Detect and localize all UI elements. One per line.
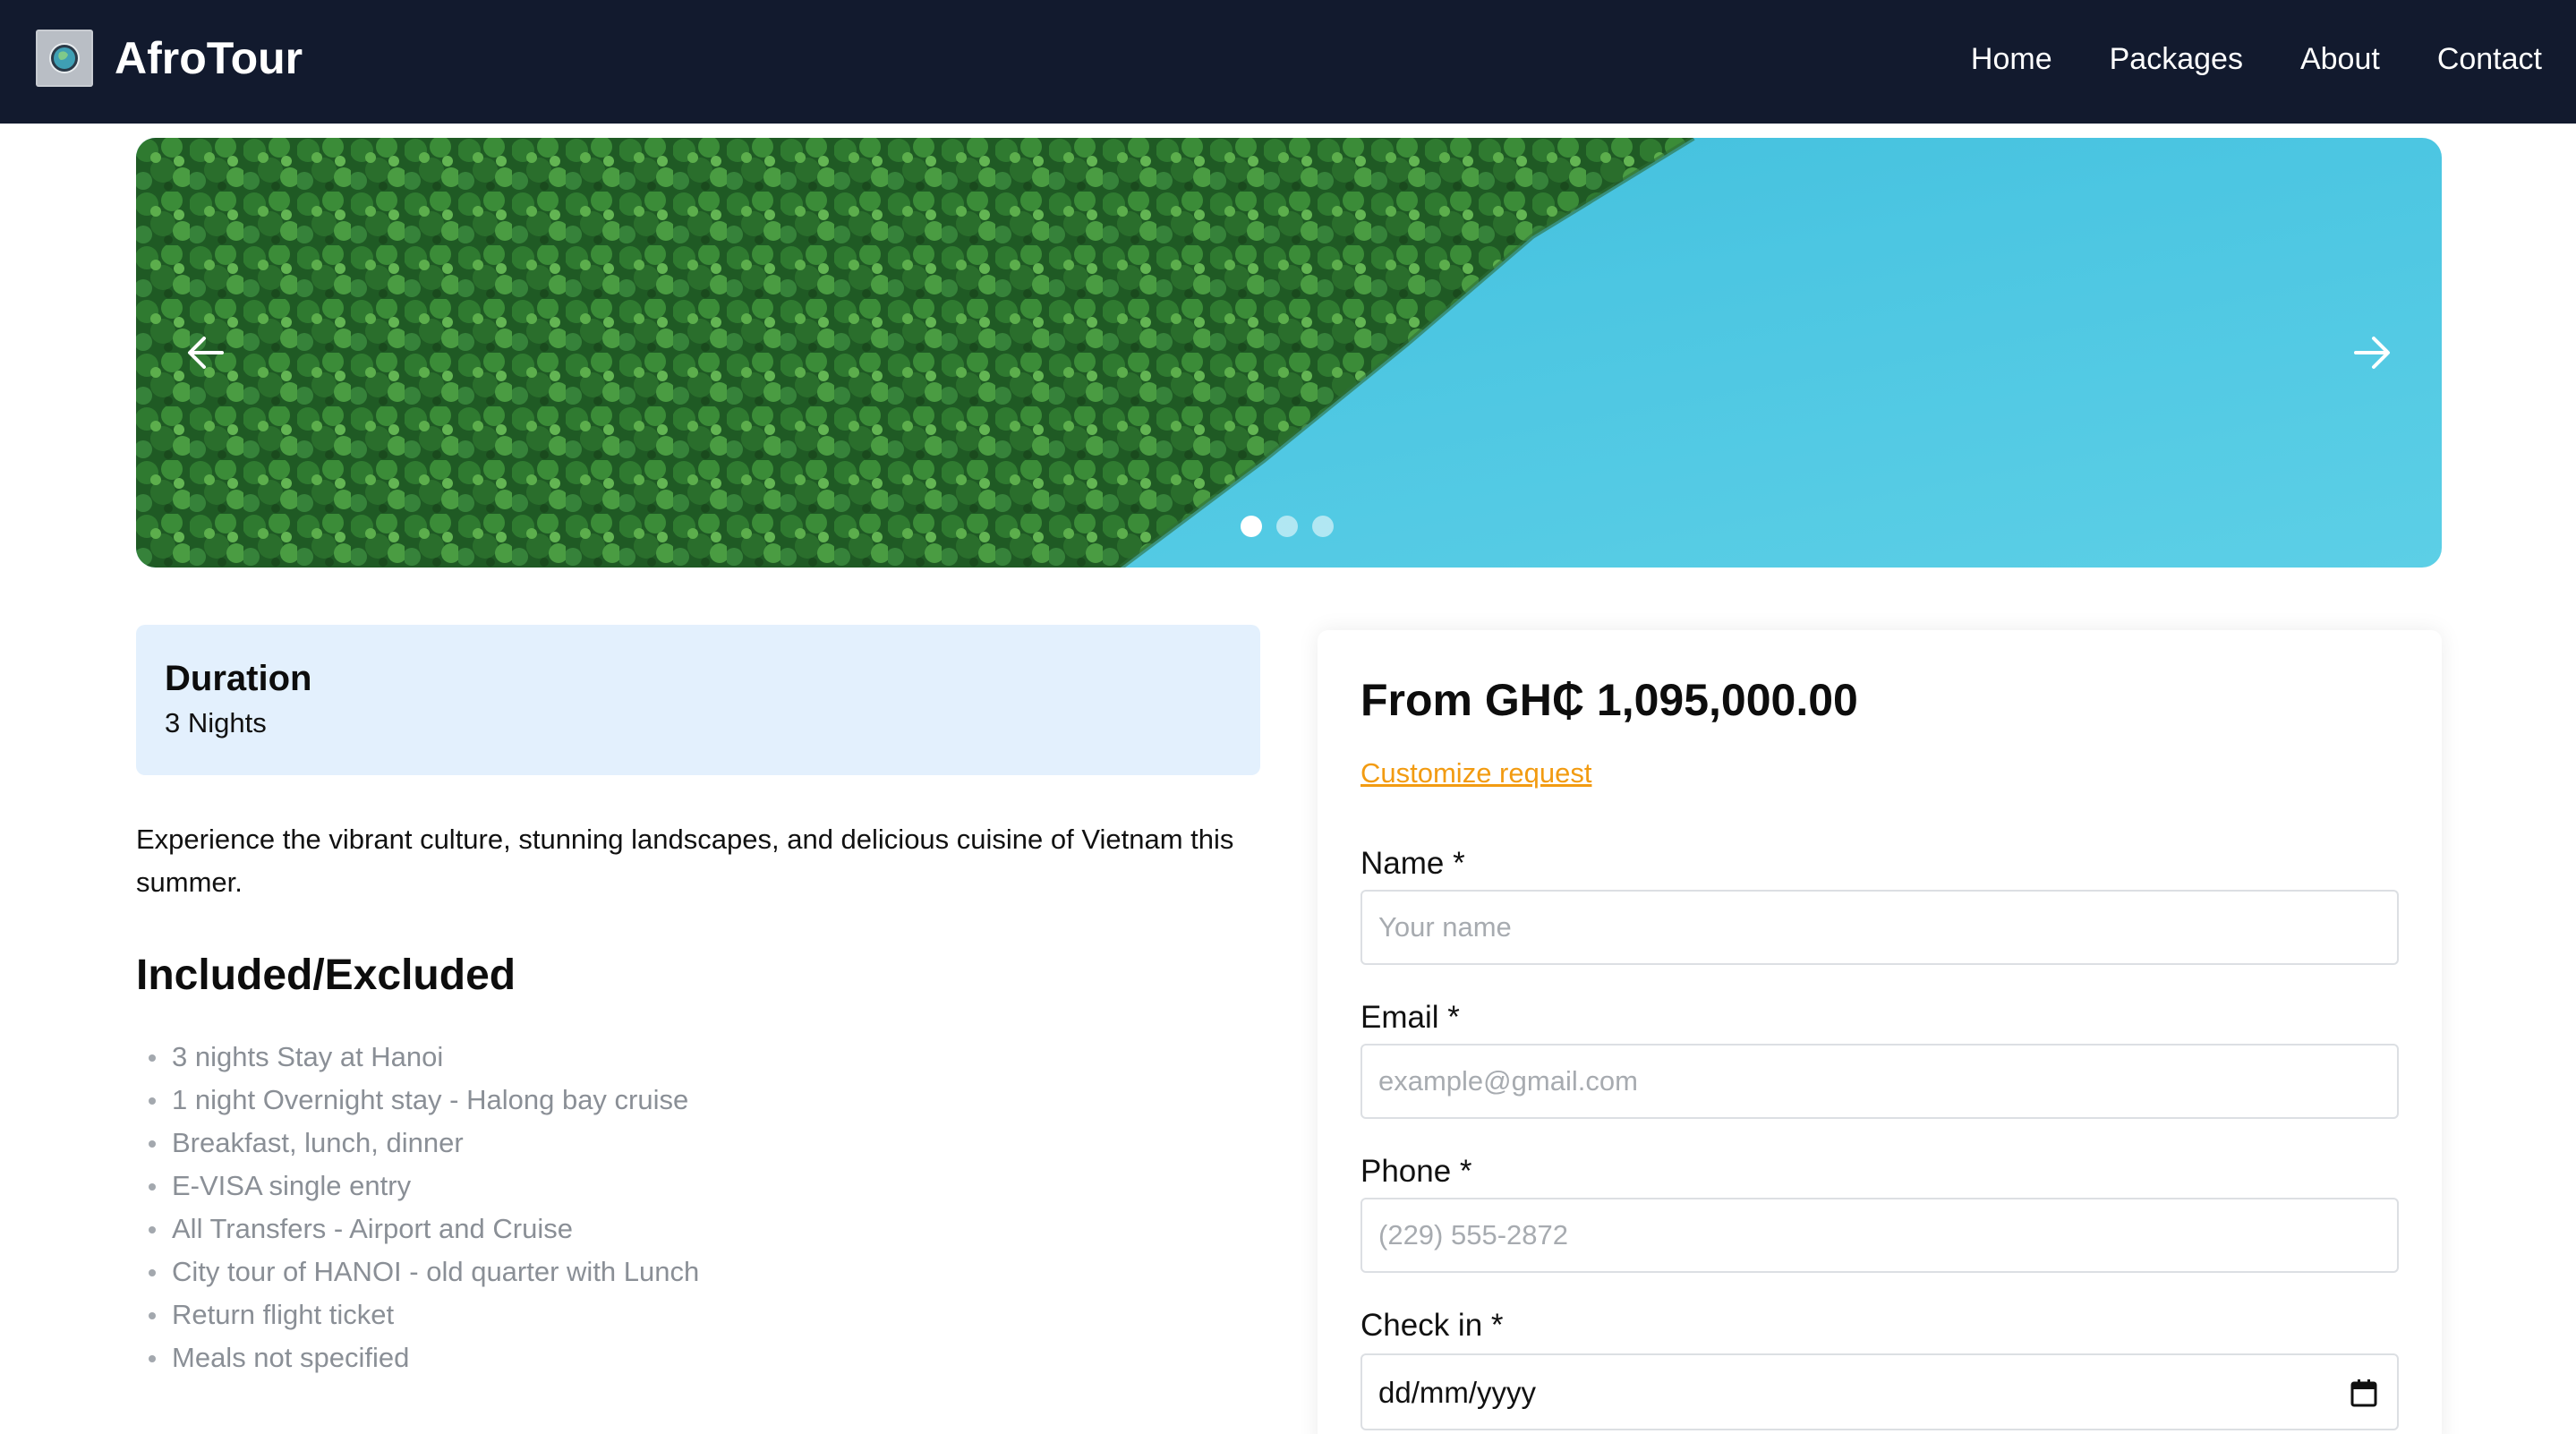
- name-label: Name *: [1361, 846, 1465, 881]
- booking-card: From GH₵ 1,095,000.00 Customize request …: [1318, 630, 2442, 1434]
- customize-request-link[interactable]: Customize request: [1361, 755, 1591, 791]
- list-item: 3 nights Stay at Hanoi: [149, 1036, 699, 1079]
- nav-link-packages[interactable]: Packages: [2110, 39, 2243, 79]
- list-item: E-VISA single entry: [149, 1165, 699, 1208]
- nav-link-home[interactable]: Home: [1971, 39, 2052, 79]
- carousel-next-button[interactable]: [2347, 328, 2397, 378]
- list-item: Meals not specified: [149, 1336, 699, 1379]
- arrow-left-icon: [188, 337, 224, 369]
- duration-card: Duration 3 Nights: [136, 625, 1260, 775]
- top-navbar: AfroTour Home Packages About Contact: [0, 0, 2576, 124]
- duration-value: 3 Nights: [165, 707, 267, 738]
- brand-name[interactable]: AfroTour: [115, 29, 303, 88]
- checkin-date-value: dd/mm/yyyy: [1378, 1376, 1537, 1409]
- phone-label: Phone *: [1361, 1154, 1472, 1189]
- package-price: From GH₵ 1,095,000.00: [1361, 675, 1858, 725]
- calendar-icon[interactable]: [2350, 1379, 2377, 1407]
- carousel-dot-2[interactable]: [1276, 516, 1298, 537]
- email-input[interactable]: [1361, 1044, 2399, 1119]
- nav-link-contact[interactable]: Contact: [2437, 39, 2542, 79]
- list-item: Return flight ticket: [149, 1293, 699, 1336]
- tour-description: Experience the vibrant culture, stunning…: [136, 824, 1234, 898]
- carousel-dot-1[interactable]: [1241, 516, 1262, 537]
- email-label: Email *: [1361, 1000, 1460, 1035]
- list-item: 1 night Overnight stay - Halong bay crui…: [149, 1079, 699, 1122]
- duration-title: Duration: [165, 659, 312, 698]
- name-input[interactable]: [1361, 890, 2399, 965]
- checkin-date-input[interactable]: dd/mm/yyyy: [1361, 1353, 2399, 1430]
- hero-carousel: [136, 138, 2442, 568]
- nav-menu: Home Packages About Contact: [1914, 39, 2542, 79]
- carousel-dot-3[interactable]: [1312, 516, 1334, 537]
- hero-image: [136, 138, 2442, 568]
- included-excluded-title: Included/Excluded: [136, 952, 516, 999]
- list-item: Breakfast, lunch, dinner: [149, 1122, 699, 1165]
- carousel-indicators: [1241, 516, 1334, 537]
- arrow-right-icon: [2354, 337, 2390, 369]
- included-list: 3 nights Stay at Hanoi 1 night Overnight…: [149, 1036, 699, 1379]
- list-item: City tour of HANOI - old quarter with Lu…: [149, 1250, 699, 1293]
- phone-input[interactable]: [1361, 1198, 2399, 1273]
- carousel-prev-button[interactable]: [181, 328, 231, 378]
- list-item: All Transfers - Airport and Cruise: [149, 1208, 699, 1250]
- checkin-label: Check in *: [1361, 1308, 1504, 1343]
- nav-link-about[interactable]: About: [2300, 39, 2380, 79]
- globe-logo-icon[interactable]: [36, 30, 93, 87]
